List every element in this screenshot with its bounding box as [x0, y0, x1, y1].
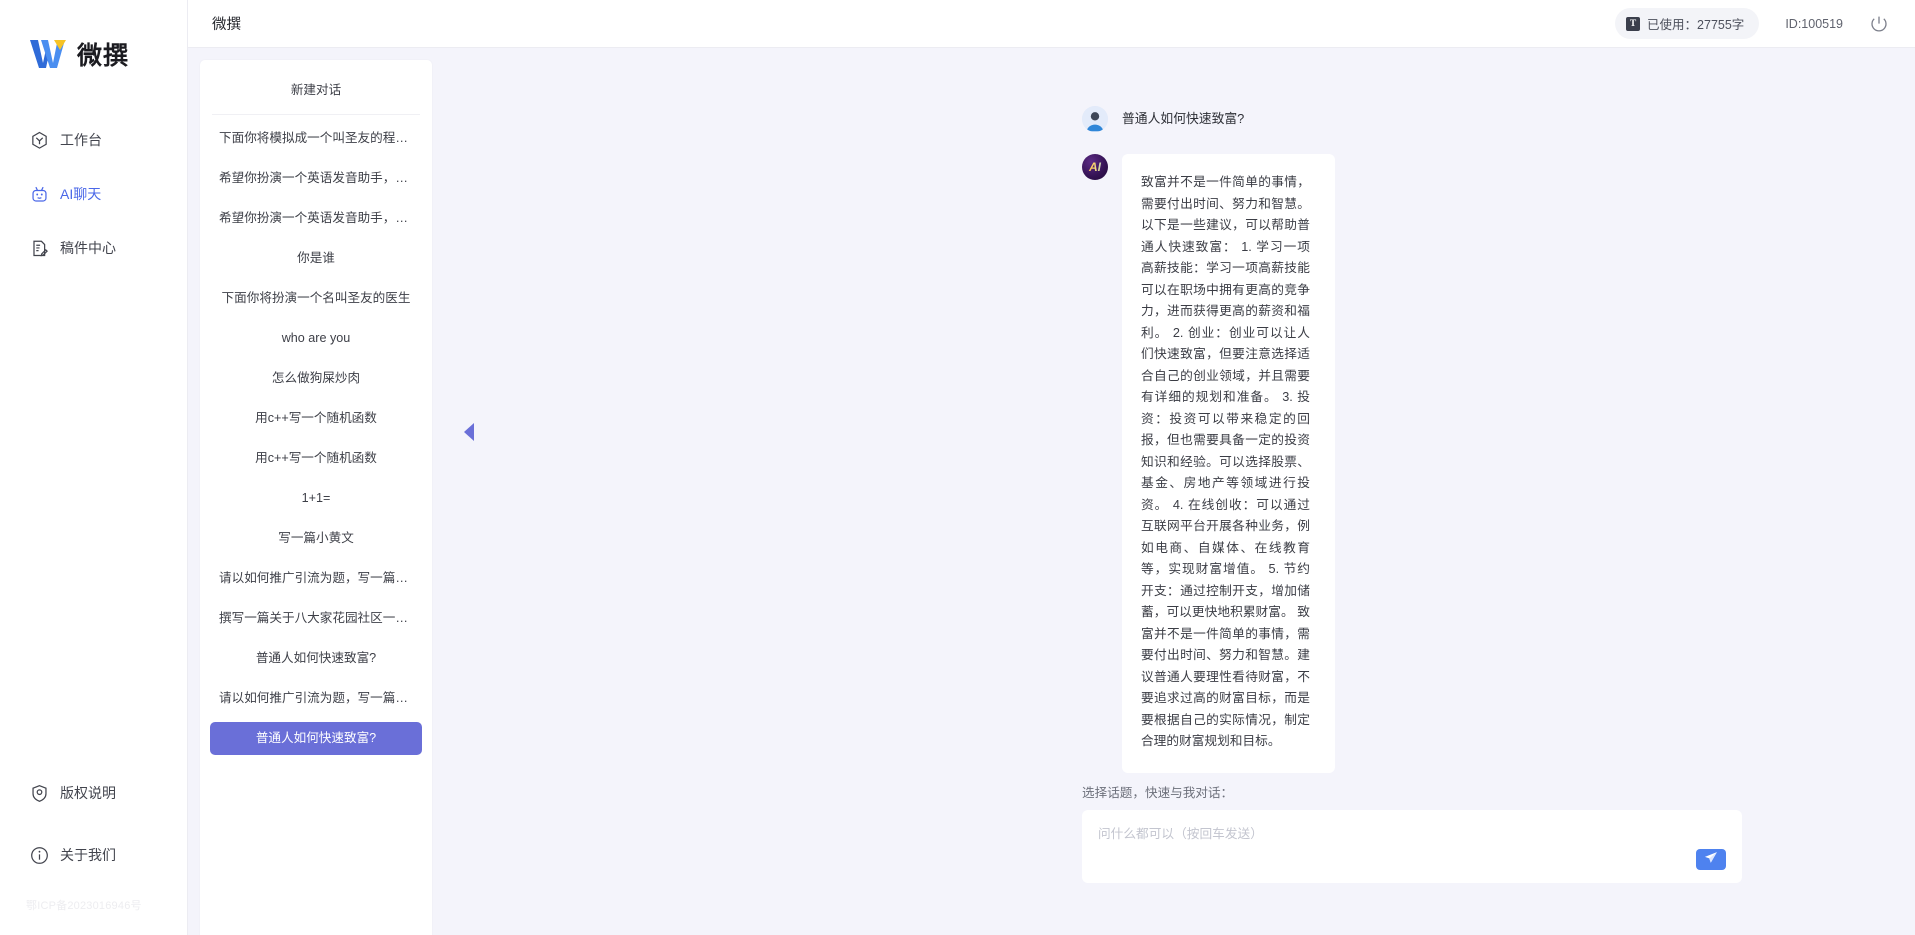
brand-name: 微撰 — [77, 42, 130, 70]
conversation-item[interactable]: 写一篇小黄文 — [210, 522, 422, 555]
primary-nav: 工作台 AI聊天 稿件中心 — [0, 120, 187, 282]
conversation-item[interactable]: 撰写一篇关于八大家花园社区一刻钟便民生... — [210, 602, 422, 635]
left-rail: 微撰 工作台 AI聊天 稿件中心 版权说明 关于我们 鄂ICP备20230169… — [0, 0, 188, 935]
sidebar-item-ai-chat[interactable]: AI聊天 — [0, 174, 187, 214]
conversation-item[interactable]: 请以如何推广引流为题，写一篇大纲 — [210, 562, 422, 595]
send-button[interactable] — [1696, 849, 1726, 870]
brand[interactable]: 微撰 — [0, 0, 187, 72]
conversation-item[interactable]: 怎么做狗屎炒肉 — [210, 362, 422, 395]
composer-label: 选择话题，快速与我对话： — [1082, 786, 1234, 800]
divider — [212, 114, 420, 115]
sidebar-item-label: 稿件中心 — [60, 240, 116, 256]
composer-box — [1082, 810, 1742, 883]
app-root: 微撰 工作台 AI聊天 稿件中心 版权说明 关于我们 鄂ICP备20230169… — [0, 0, 1915, 935]
user-avatar-icon — [1082, 106, 1108, 132]
conversation-item[interactable]: 用c++写一个随机函数 — [210, 402, 422, 435]
conversation-item[interactable]: 希望你扮演一个英语发音助手，我提供给你... — [210, 202, 422, 235]
send-plane-icon — [1704, 851, 1718, 868]
main-region: 微撰 T 已使用：27755字 ID:100519 新建对话 下面你将模拟成一个… — [188, 0, 1915, 935]
conversation-item[interactable]: 下面你将扮演一个名叫圣友的医生 — [210, 282, 422, 315]
collapse-sidebar-handle[interactable] — [462, 419, 476, 445]
user-id: ID:100519 — [1785, 16, 1843, 31]
chat-column: 普通人如何快速致富? AI 致富并不是一件简单的事情，需要付出时间、努力和智慧。… — [444, 48, 1915, 935]
new-conversation-button[interactable]: 新建对话 — [210, 74, 422, 107]
composer: 选择话题，快速与我对话： — [444, 782, 1915, 935]
power-icon[interactable] — [1869, 14, 1889, 34]
conversation-item[interactable]: 请以如何推广引流为题，写一篇大纲 — [210, 682, 422, 715]
message-user: 普通人如何快速致富? — [444, 106, 1915, 132]
ai-avatar-icon: AI — [1082, 154, 1108, 180]
message-assistant: AI 致富并不是一件简单的事情，需要付出时间、努力和智慧。以下是一些建议，可以帮… — [444, 154, 1915, 773]
conversation-item[interactable]: 用c++写一个随机函数 — [210, 442, 422, 475]
shield-copyright-icon — [30, 784, 49, 803]
robot-chat-icon — [30, 185, 49, 204]
sidebar-item-label: 工作台 — [60, 132, 102, 148]
message-list: 普通人如何快速致富? AI 致富并不是一件简单的事情，需要付出时间、努力和智慧。… — [444, 48, 1915, 782]
page-title: 微撰 — [212, 17, 241, 33]
conversation-item-active[interactable]: 普通人如何快速致富? — [210, 722, 422, 755]
sidebar-item-label: AI聊天 — [60, 186, 102, 202]
assistant-message-text: 致富并不是一件简单的事情，需要付出时间、努力和智慧。以下是一些建议，可以帮助普通… — [1122, 154, 1335, 773]
chat-input[interactable] — [1098, 824, 1672, 869]
conversation-items: 下面你将模拟成一个叫圣友的程序员，我说... 希望你扮演一个英语发音助手，我提供给… — [210, 122, 422, 755]
conversation-item[interactable]: 希望你扮演一个英语发音助手，我提供给你... — [210, 162, 422, 195]
user-message-text: 普通人如何快速致富? — [1122, 111, 1245, 126]
conversation-item[interactable]: who are you — [210, 322, 422, 355]
content-area: 新建对话 下面你将模拟成一个叫圣友的程序员，我说... 希望你扮演一个英语发音助手… — [188, 48, 1915, 935]
usage-badge[interactable]: T 已使用：27755字 — [1615, 8, 1760, 39]
conversation-item[interactable]: 你是谁 — [210, 242, 422, 275]
conversation-item[interactable]: 1+1= — [210, 482, 422, 515]
conversation-item[interactable]: 下面你将模拟成一个叫圣友的程序员，我说... — [210, 122, 422, 155]
w-logo-icon — [28, 37, 68, 71]
ai-avatar-label: AI — [1082, 154, 1108, 180]
sidebar-item-about-us[interactable]: 关于我们 — [0, 835, 187, 875]
top-bar: 微撰 T 已使用：27755字 ID:100519 — [188, 0, 1915, 48]
sidebar-item-copyright[interactable]: 版权说明 — [0, 773, 187, 813]
t-token-icon: T — [1626, 16, 1641, 31]
top-bar-right: T 已使用：27755字 ID:100519 — [1615, 8, 1889, 39]
conversation-item[interactable]: 普通人如何快速致富? — [210, 642, 422, 675]
icp-license: 鄂ICP备2023016946号 — [26, 900, 142, 912]
secondary-nav: 版权说明 关于我们 鄂ICP备2023016946号 — [0, 773, 187, 935]
sidebar-item-workbench[interactable]: 工作台 — [0, 120, 187, 160]
document-edit-icon — [30, 239, 49, 258]
sidebar-item-manuscripts[interactable]: 稿件中心 — [0, 228, 187, 268]
sidebar-item-label: 关于我们 — [60, 847, 116, 863]
hexagon-workbench-icon — [30, 131, 49, 150]
usage-label: 已使用：27755字 — [1647, 18, 1745, 32]
info-circle-icon — [30, 846, 49, 865]
conversation-list: 新建对话 下面你将模拟成一个叫圣友的程序员，我说... 希望你扮演一个英语发音助手… — [200, 60, 432, 935]
conversation-column: 新建对话 下面你将模拟成一个叫圣友的程序员，我说... 希望你扮演一个英语发音助手… — [188, 48, 474, 935]
sidebar-item-label: 版权说明 — [60, 785, 116, 801]
